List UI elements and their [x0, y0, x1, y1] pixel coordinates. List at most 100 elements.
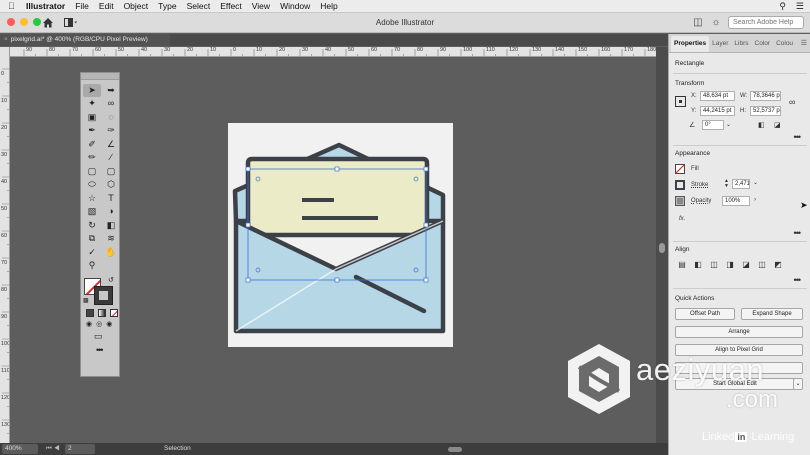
- spotlight-search-icon[interactable]: ⚲: [779, 1, 786, 12]
- selection-handle[interactable]: [245, 166, 251, 172]
- stroke-weight-stepper-icon[interactable]: ▲ ▼: [724, 179, 729, 189]
- artboard-tool-icon[interactable]: ▣: [83, 111, 101, 124]
- constrain-proportions-icon[interactable]: ∞: [789, 98, 795, 107]
- opacity-arrow-icon[interactable]: ›: [754, 197, 756, 203]
- draw-behind-icon[interactable]: ◎: [96, 320, 102, 328]
- home-icon[interactable]: [42, 17, 54, 28]
- horizontal-ruler[interactable]: 90 80 70 60 50 40 30 20 10 0 10 20 30 40…: [10, 47, 656, 57]
- close-window-button[interactable]: [7, 18, 15, 26]
- fill-none-swatch-icon[interactable]: [675, 164, 685, 174]
- zoom-level-field[interactable]: 400%: [2, 444, 38, 454]
- scale-tool-icon[interactable]: ⧉: [83, 233, 101, 246]
- selection-handle[interactable]: [423, 277, 429, 283]
- stroke-weight-field[interactable]: 2,471: [732, 179, 750, 189]
- polygon-tool-icon[interactable]: ⬡: [102, 179, 120, 192]
- flip-vertical-icon[interactable]: ◪: [774, 122, 781, 129]
- pencil-tool-icon[interactable]: ✏: [83, 152, 101, 165]
- gradient-tool-icon[interactable]: ▧: [83, 206, 101, 219]
- slice-tool-icon[interactable]: ◌: [102, 111, 120, 124]
- screen-mode-icon[interactable]: ▭: [81, 328, 119, 342]
- magic-wand-tool-icon[interactable]: ✦: [83, 98, 101, 111]
- horizontal-scrollbar[interactable]: [220, 447, 650, 452]
- swap-fill-stroke-icon[interactable]: ↺: [108, 276, 114, 284]
- align-bottom-icon[interactable]: ◩: [773, 260, 783, 270]
- workspace-switcher-icon[interactable]: [64, 18, 78, 27]
- selection-handle[interactable]: [334, 277, 340, 283]
- menu-window[interactable]: Window: [280, 1, 310, 11]
- vertical-scrollbar-thumb[interactable]: [659, 243, 665, 253]
- hand-tool-icon[interactable]: ✋: [102, 246, 120, 259]
- rotate-angle-field[interactable]: 0°: [702, 120, 724, 130]
- stroke-label[interactable]: Stroke: [691, 182, 708, 188]
- ellipse-tool-icon[interactable]: ⬭: [83, 179, 101, 192]
- artboard-first-prev-icon[interactable]: ⏮◀: [46, 444, 62, 454]
- width-tool-icon[interactable]: ≋: [102, 233, 120, 246]
- color-mode-icon[interactable]: [86, 309, 94, 317]
- direct-selection-tool-icon[interactable]: ➥: [102, 84, 120, 97]
- angle-dropdown-icon[interactable]: ⌄: [726, 122, 731, 128]
- transform-more-options-icon[interactable]: •••: [794, 133, 802, 142]
- x-field[interactable]: 48,634 pt: [700, 91, 735, 101]
- arrange-documents-icon[interactable]: ◫: [692, 17, 704, 29]
- envelope-artwork[interactable]: [228, 123, 453, 347]
- shape-builder-tool-icon[interactable]: ◑: [102, 206, 120, 219]
- menu-object[interactable]: Object: [124, 1, 149, 11]
- arrange-button[interactable]: Arrange: [675, 326, 803, 338]
- opacity-field[interactable]: 100%: [722, 196, 750, 206]
- default-fill-stroke-icon[interactable]: ▩: [83, 297, 89, 304]
- pen-tool-icon[interactable]: ✒: [83, 125, 101, 138]
- align-more-options-icon[interactable]: •••: [794, 276, 802, 285]
- vertical-ruler[interactable]: 0 10 20 30 40 50 60 70 80 90 100 110 120…: [0, 47, 10, 443]
- align-horizontal-center-icon[interactable]: ◫: [709, 260, 719, 270]
- star-tool-icon[interactable]: ☆: [83, 192, 101, 205]
- stroke-weight-dropdown-icon[interactable]: ⌄: [753, 180, 758, 186]
- zoom-window-button[interactable]: [33, 18, 41, 26]
- rectangle-tool-icon[interactable]: ▢: [83, 165, 101, 178]
- menu-help[interactable]: Help: [320, 1, 337, 11]
- align-right-icon[interactable]: ◨: [725, 260, 735, 270]
- control-center-icon[interactable]: ☰: [796, 1, 804, 12]
- tab-layers[interactable]: Layer: [709, 40, 731, 52]
- help-search-input[interactable]: [728, 16, 804, 29]
- lightbulb-icon[interactable]: ☼: [710, 17, 722, 29]
- panel-menu-icon[interactable]: ☰: [801, 39, 807, 52]
- tab-libraries[interactable]: Librs: [731, 40, 751, 52]
- line-segment-tool-icon[interactable]: ∕: [102, 152, 120, 165]
- shaper-tool-icon[interactable]: ∠: [102, 138, 120, 151]
- opacity-label[interactable]: Opacity: [691, 198, 711, 204]
- apple-menu-icon[interactable]: : [8, 1, 20, 11]
- w-field[interactable]: 78,3646 pt: [750, 91, 781, 101]
- close-tab-icon[interactable]: ×: [4, 36, 8, 43]
- align-left-icon[interactable]: ◧: [693, 260, 703, 270]
- flip-horizontal-icon[interactable]: ◧: [758, 122, 765, 129]
- paintbrush-tool-icon[interactable]: ✐: [83, 138, 101, 151]
- draw-inside-icon[interactable]: ◉: [106, 320, 112, 328]
- menu-view[interactable]: View: [252, 1, 270, 11]
- lasso-tool-icon[interactable]: ∞: [102, 98, 120, 111]
- expand-shape-button[interactable]: Expand Shape: [741, 308, 803, 320]
- selection-tool-icon[interactable]: ➤: [83, 84, 101, 97]
- offset-path-button[interactable]: Offset Path: [675, 308, 735, 320]
- artboard[interactable]: [228, 123, 453, 347]
- selection-handle[interactable]: [245, 277, 251, 283]
- zoom-tool-icon[interactable]: ⚲: [83, 260, 101, 273]
- menu-type[interactable]: Type: [158, 1, 176, 11]
- y-field[interactable]: 44,2415 pt: [700, 106, 735, 116]
- align-top-icon[interactable]: ◪: [741, 260, 751, 270]
- fx-effects-button[interactable]: fx.: [679, 216, 685, 222]
- eyedropper-tool-icon[interactable]: ✓: [83, 246, 101, 259]
- h-field[interactable]: 52,5737 pt: [750, 106, 781, 116]
- draw-normal-icon[interactable]: ◉: [86, 320, 92, 328]
- type-tool-icon[interactable]: T: [102, 192, 120, 205]
- reference-point-icon[interactable]: [675, 96, 686, 107]
- menu-file[interactable]: File: [75, 1, 89, 11]
- menu-select[interactable]: Select: [187, 1, 211, 11]
- curvature-tool-icon[interactable]: ✑: [102, 125, 120, 138]
- tab-color[interactable]: Color: [752, 40, 774, 52]
- tools-panel-grip[interactable]: [81, 73, 119, 80]
- current-tool-status[interactable]: Selection: [164, 443, 191, 455]
- none-mode-icon[interactable]: [110, 309, 118, 317]
- menu-illustrator[interactable]: Illustrator: [26, 1, 65, 11]
- artboard-number-field[interactable]: 2: [65, 444, 95, 454]
- selection-handle[interactable]: [423, 222, 429, 228]
